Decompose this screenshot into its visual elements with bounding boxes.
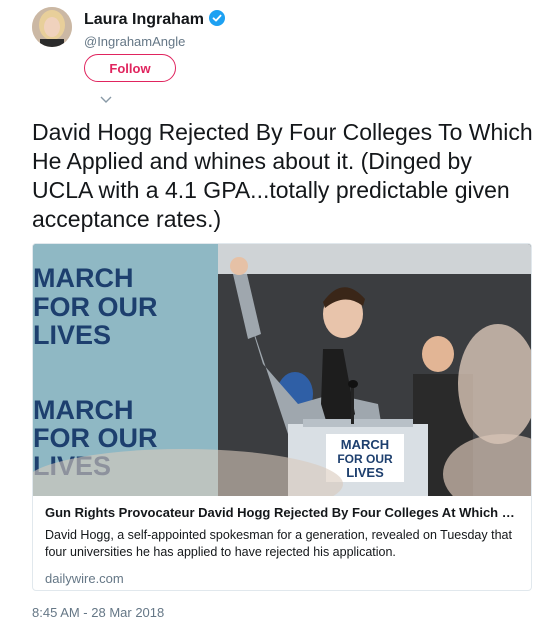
podium-sign-line-1: MARCH (341, 437, 389, 452)
podium-sign-line-3: LIVES (346, 465, 384, 480)
card-title[interactable]: Gun Rights Provocateur David Hogg Reject… (45, 505, 521, 520)
chevron-down-icon[interactable] (100, 91, 112, 109)
card-description: David Hogg, a self-appointed spokesman f… (45, 528, 512, 559)
tweet-timestamp[interactable]: 8:45 AM - 28 Mar 2018 (32, 605, 164, 620)
sign-bottom-line-2: FOR OUR (33, 423, 158, 453)
sign-top-line-1: MARCH (33, 263, 134, 293)
card-body[interactable]: Gun Rights Provocateur David Hogg Reject… (33, 496, 531, 590)
podium-sign-line-2: FOR OUR (337, 452, 393, 466)
verified-badge-icon (209, 10, 226, 31)
avatar[interactable] (32, 7, 72, 47)
card-image[interactable]: MARCH FOR OUR LIVES MARCH FOR OUR LIVES (33, 244, 531, 519)
author-name-text[interactable]: Laura Ingraham (84, 11, 204, 28)
sign-top-line-3: LIVES (33, 320, 111, 350)
author-handle[interactable]: @IngrahamAngle (84, 34, 185, 49)
tweet-text: David Hogg Rejected By Four Colleges To … (32, 119, 533, 232)
sign-top-line-2: FOR OUR (33, 292, 158, 322)
card-domain[interactable]: dailywire.com (45, 571, 521, 586)
sign-bottom-line-1: MARCH (33, 395, 134, 425)
follow-button[interactable]: Follow (84, 54, 176, 82)
link-card[interactable]: MARCH FOR OUR LIVES MARCH FOR OUR LIVES (32, 243, 532, 591)
author-name[interactable]: Laura Ingraham (84, 10, 226, 31)
